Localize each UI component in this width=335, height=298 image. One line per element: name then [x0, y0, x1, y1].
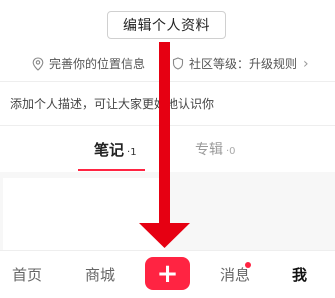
- tab-albums-label: 专辑: [195, 142, 223, 158]
- shield-icon: [172, 57, 184, 70]
- divider: [0, 81, 335, 82]
- chevron-right-icon: ›: [303, 55, 309, 72]
- community-level-item[interactable]: 社区等级：升级规则 ›: [172, 55, 309, 72]
- info-separator: [160, 57, 161, 69]
- tab-notes-count: ·1: [127, 147, 137, 158]
- create-post-button[interactable]: +: [145, 257, 190, 290]
- bottom-nav: 首页 商城 + 消息 我: [0, 250, 335, 298]
- nav-home[interactable]: 首页: [12, 264, 42, 285]
- community-level-text: 社区等级：升级规则: [189, 57, 298, 71]
- location-text: 完善你的位置信息: [49, 57, 146, 71]
- nav-me[interactable]: 我: [292, 264, 307, 285]
- tab-notes[interactable]: 笔记 ·1: [94, 139, 137, 160]
- active-tab-indicator: [78, 169, 145, 171]
- notes-grid: [0, 172, 335, 258]
- location-item[interactable]: 完善你的位置信息: [32, 55, 145, 72]
- tab-albums-count: ·0: [226, 146, 236, 157]
- nav-shop[interactable]: 商城: [85, 264, 115, 285]
- profile-tabs: 笔记 ·1 专辑 ·0: [0, 131, 335, 171]
- note-card[interactable]: [3, 178, 165, 258]
- profile-info-row: 完善你的位置信息 社区等级：升级规则 ›: [0, 46, 335, 80]
- tab-notes-label: 笔记: [94, 141, 125, 159]
- divider: [0, 125, 335, 126]
- edit-profile-button[interactable]: 编辑个人资料: [107, 11, 226, 39]
- bio-placeholder[interactable]: 添加个人描述，可让大家更好地认识你: [10, 95, 214, 112]
- tab-albums[interactable]: 专辑 ·0: [195, 139, 236, 159]
- plus-icon: +: [156, 258, 179, 289]
- location-pin-icon: [32, 56, 44, 71]
- notification-badge: [245, 262, 251, 268]
